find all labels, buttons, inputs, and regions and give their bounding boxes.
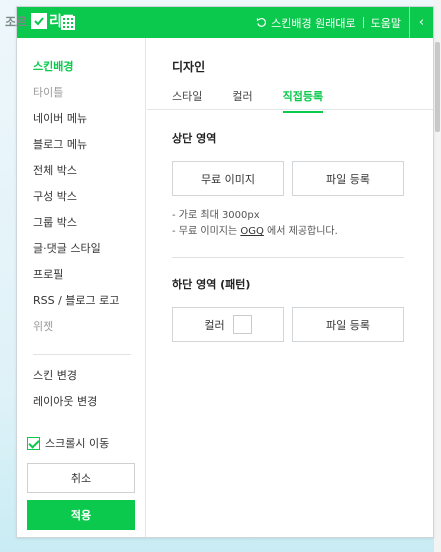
topbar-divider <box>362 17 364 28</box>
tab-color[interactable]: 컬러 <box>232 88 252 112</box>
sidebar-item-post-comment-style[interactable]: 글·댓글 스타일 <box>33 240 145 266</box>
design-menu: 스킨배경 타이틀 네이버 메뉴 블로그 메뉴 전체 박스 구성 박스 그룹 박스… <box>17 38 145 344</box>
tab-direct-upload[interactable]: 직접등록 <box>282 88 324 113</box>
free-image-note-suffix: 에서 제공합니다. <box>263 226 338 237</box>
direct-upload-content: 상단 영역 무료 이미지 파일 등록 - 가로 최대 3000px - 무료 이… <box>147 110 433 342</box>
free-image-button[interactable]: 무료 이미지 <box>172 161 284 196</box>
sidebar-divider <box>33 354 131 355</box>
color-swatch <box>232 315 252 334</box>
help-link[interactable]: 도움말 <box>371 15 401 31</box>
main-header: 디자인 스타일 컬러 직접등록 <box>147 38 433 113</box>
undo-icon <box>257 17 267 27</box>
lower-area-title: 하단 영역 (패턴) <box>172 278 251 291</box>
ogq-link[interactable]: OGQ <box>240 226 264 237</box>
sidebar-item-skin-background[interactable]: 스킨배경 <box>33 58 145 84</box>
logo-icon <box>31 13 47 29</box>
sidebar-item-naver-menu[interactable]: 네이버 메뉴 <box>33 110 145 136</box>
collapse-panel-button[interactable]: ‹ <box>409 7 433 38</box>
color-picker-button[interactable]: 컬러 <box>172 307 284 342</box>
scroll-follow-toggle[interactable]: 스크롤시 이동 <box>27 435 109 451</box>
skin-menu: 스킨 변경 레이아웃 변경 <box>17 367 145 419</box>
free-image-note: - 무료 이미지는 OGQ 에서 제공합니다. <box>172 224 433 240</box>
section-divider <box>172 257 404 258</box>
top-bar: 조르 리모 스킨배경 원래대로 도움말 ‹ <box>5 7 433 38</box>
design-tabs: 스타일 컬러 직접등록 <box>172 88 324 113</box>
window-scrollbar-thumb[interactable] <box>435 42 440 132</box>
skin-editor-panel: 조르 리모 스킨배경 원래대로 도움말 ‹ <box>5 6 434 538</box>
cancel-button[interactable]: 취소 <box>27 463 135 493</box>
free-image-note-prefix: - 무료 이미지는 <box>172 226 241 237</box>
sidebar-item-rss-logo[interactable]: RSS / 블로그 로고 <box>33 292 145 318</box>
grid-icon[interactable] <box>61 15 75 34</box>
sidebar-item-widget[interactable]: 위젯 <box>33 318 145 344</box>
sidebar: 스킨배경 타이틀 네이버 메뉴 블로그 메뉴 전체 박스 구성 박스 그룹 박스… <box>17 38 146 537</box>
sidebar-item-component-box[interactable]: 구성 박스 <box>33 188 145 214</box>
reset-background-button[interactable]: 스킨배경 원래대로 <box>256 15 356 31</box>
scroll-follow-label: 스크롤시 이동 <box>45 437 110 450</box>
sidebar-item-change-skin[interactable]: 스킨 변경 <box>33 367 145 393</box>
upper-area-notes: - 가로 최대 3000px - 무료 이미지는 OGQ 에서 제공합니다. <box>172 208 433 240</box>
logo-partial-text: 조르 <box>5 15 28 29</box>
chevron-left-icon: ‹ <box>418 15 425 30</box>
sidebar-item-whole-box[interactable]: 전체 박스 <box>33 162 145 188</box>
upper-area-title: 상단 영역 <box>172 132 217 145</box>
lower-file-upload-button[interactable]: 파일 등록 <box>292 307 404 342</box>
sidebar-item-group-box[interactable]: 그룹 박스 <box>33 214 145 240</box>
sidebar-item-title[interactable]: 타이틀 <box>33 84 145 110</box>
lower-area-buttons: 컬러 파일 등록 <box>172 307 433 342</box>
sidebar-item-profile[interactable]: 프로필 <box>33 266 145 292</box>
sidebar-item-change-layout[interactable]: 레이아웃 변경 <box>33 393 145 419</box>
sidebar-item-blog-menu[interactable]: 블로그 메뉴 <box>33 136 145 162</box>
upper-file-upload-button[interactable]: 파일 등록 <box>292 161 404 196</box>
tab-style[interactable]: 스타일 <box>172 88 202 112</box>
apply-button[interactable]: 적용 <box>27 500 135 530</box>
reset-background-label: 스킨배경 원래대로 <box>271 16 356 30</box>
max-width-note: - 가로 최대 3000px <box>172 210 260 221</box>
top-right-actions: 스킨배경 원래대로 도움말 <box>256 7 401 38</box>
window-scrollbar[interactable] <box>434 0 441 552</box>
section-title: 디자인 <box>172 60 206 74</box>
checkbox-checked-icon[interactable] <box>27 436 40 450</box>
main-content: 디자인 스타일 컬러 직접등록 상단 영역 무료 이미지 파일 등록 - 가로 … <box>147 38 433 537</box>
upper-area-buttons: 무료 이미지 파일 등록 <box>172 161 433 196</box>
color-picker-label: 컬러 <box>204 318 225 332</box>
